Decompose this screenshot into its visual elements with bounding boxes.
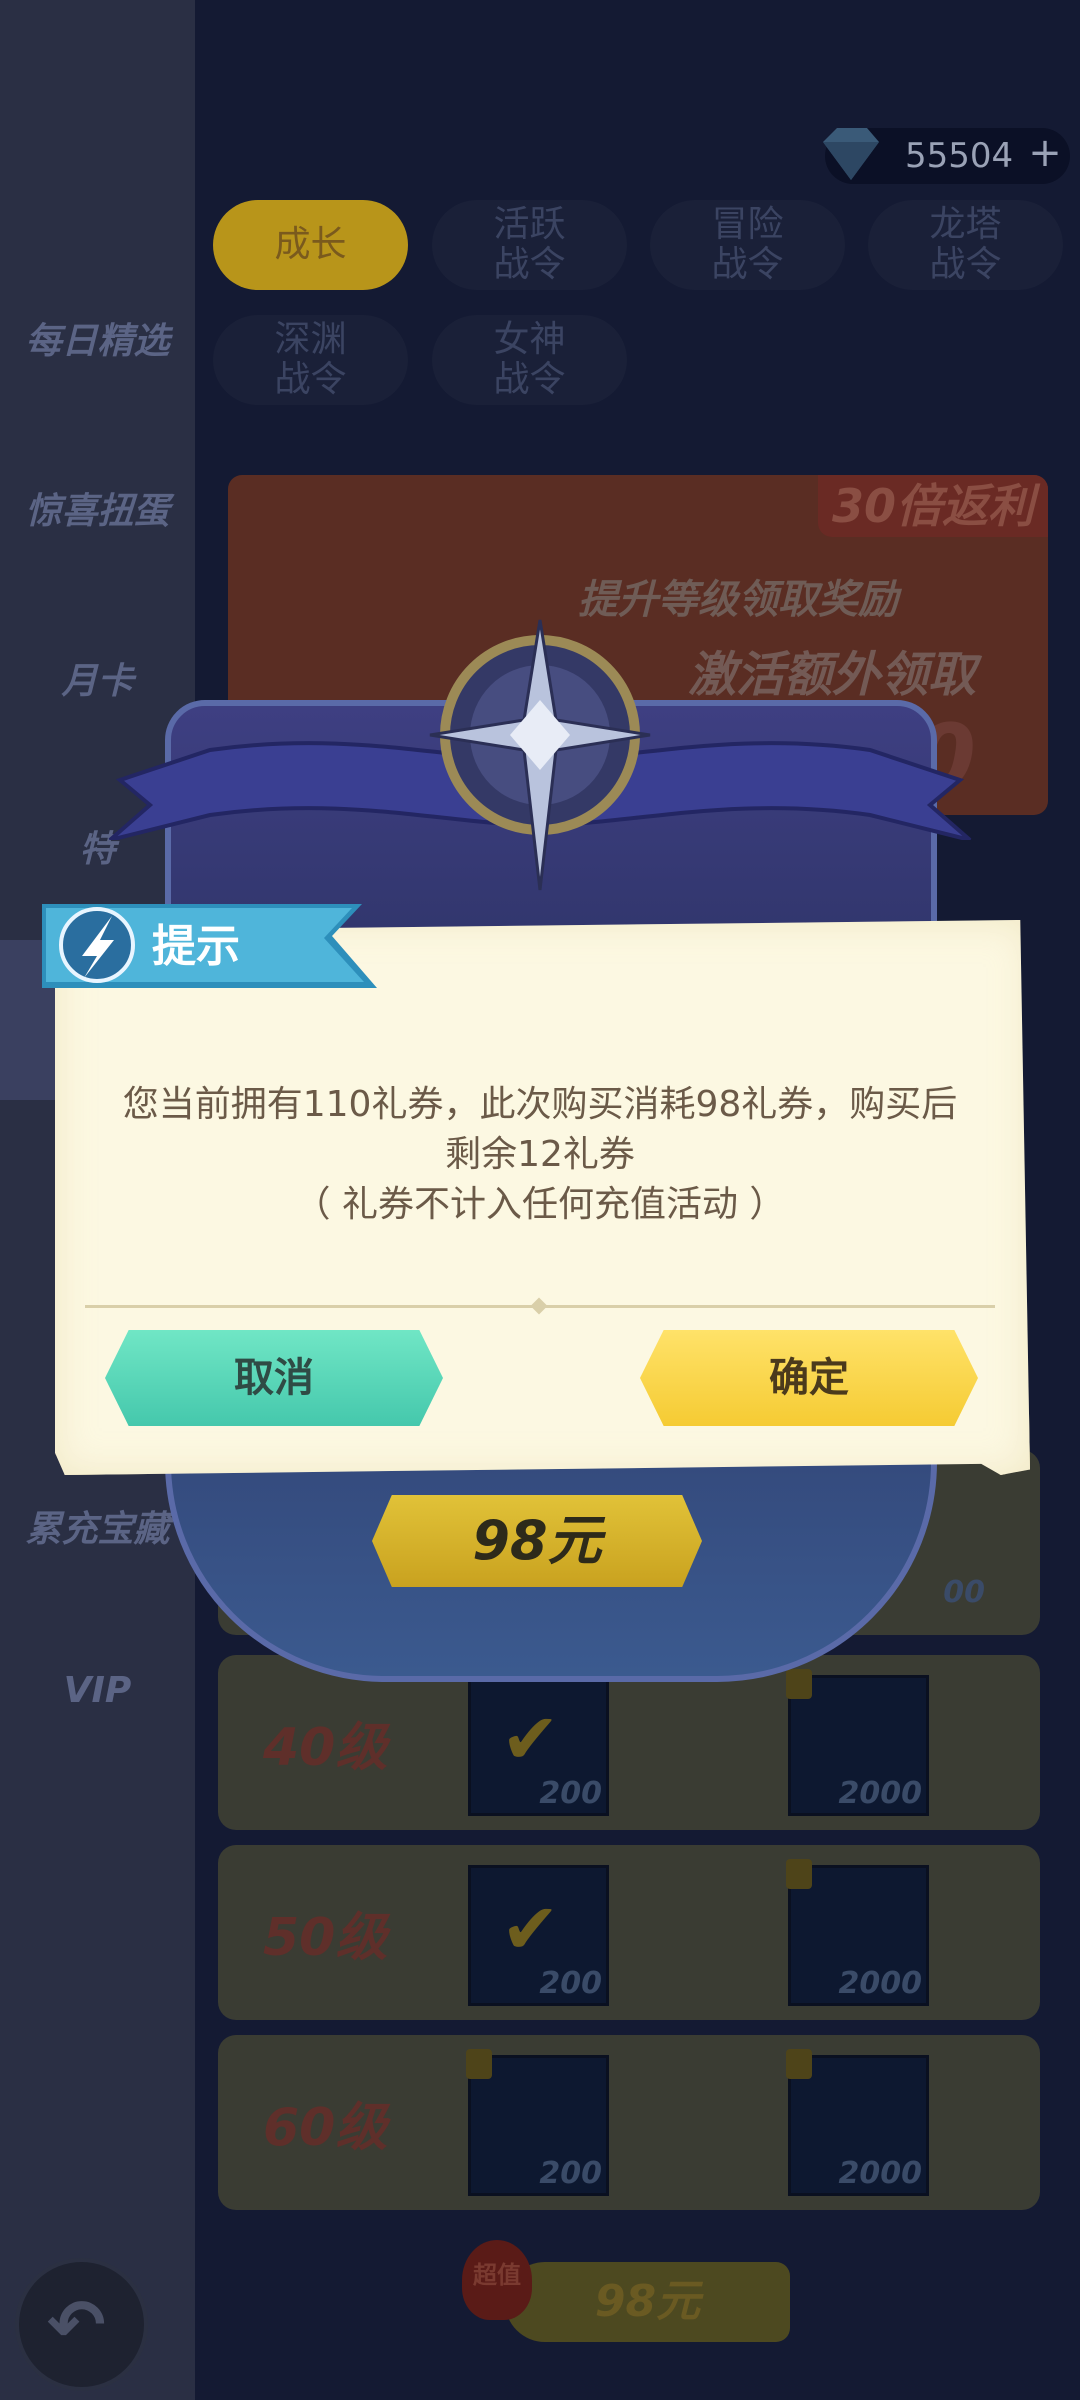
dialog-message: 您当前拥有110礼券，此次购买消耗98礼券，购买后 剩余12礼券 （ 礼券不计入… bbox=[95, 1080, 985, 1230]
dialog-message-line-3: （ 礼券不计入任何充值活动 ） bbox=[294, 1184, 786, 1225]
dialog-title: 提示 bbox=[152, 921, 240, 972]
dialog-message-line-2: 剩余12礼券 bbox=[445, 1134, 635, 1175]
dialog-message-line-1: 您当前拥有110礼券，此次购买消耗98礼券，购买后 bbox=[122, 1084, 958, 1125]
cancel-button[interactable]: 取消 bbox=[105, 1330, 443, 1426]
emblem-price: 98元 bbox=[372, 1495, 702, 1587]
confirm-button[interactable]: 确定 bbox=[640, 1330, 978, 1426]
compass-emblem-icon bbox=[429, 619, 651, 891]
